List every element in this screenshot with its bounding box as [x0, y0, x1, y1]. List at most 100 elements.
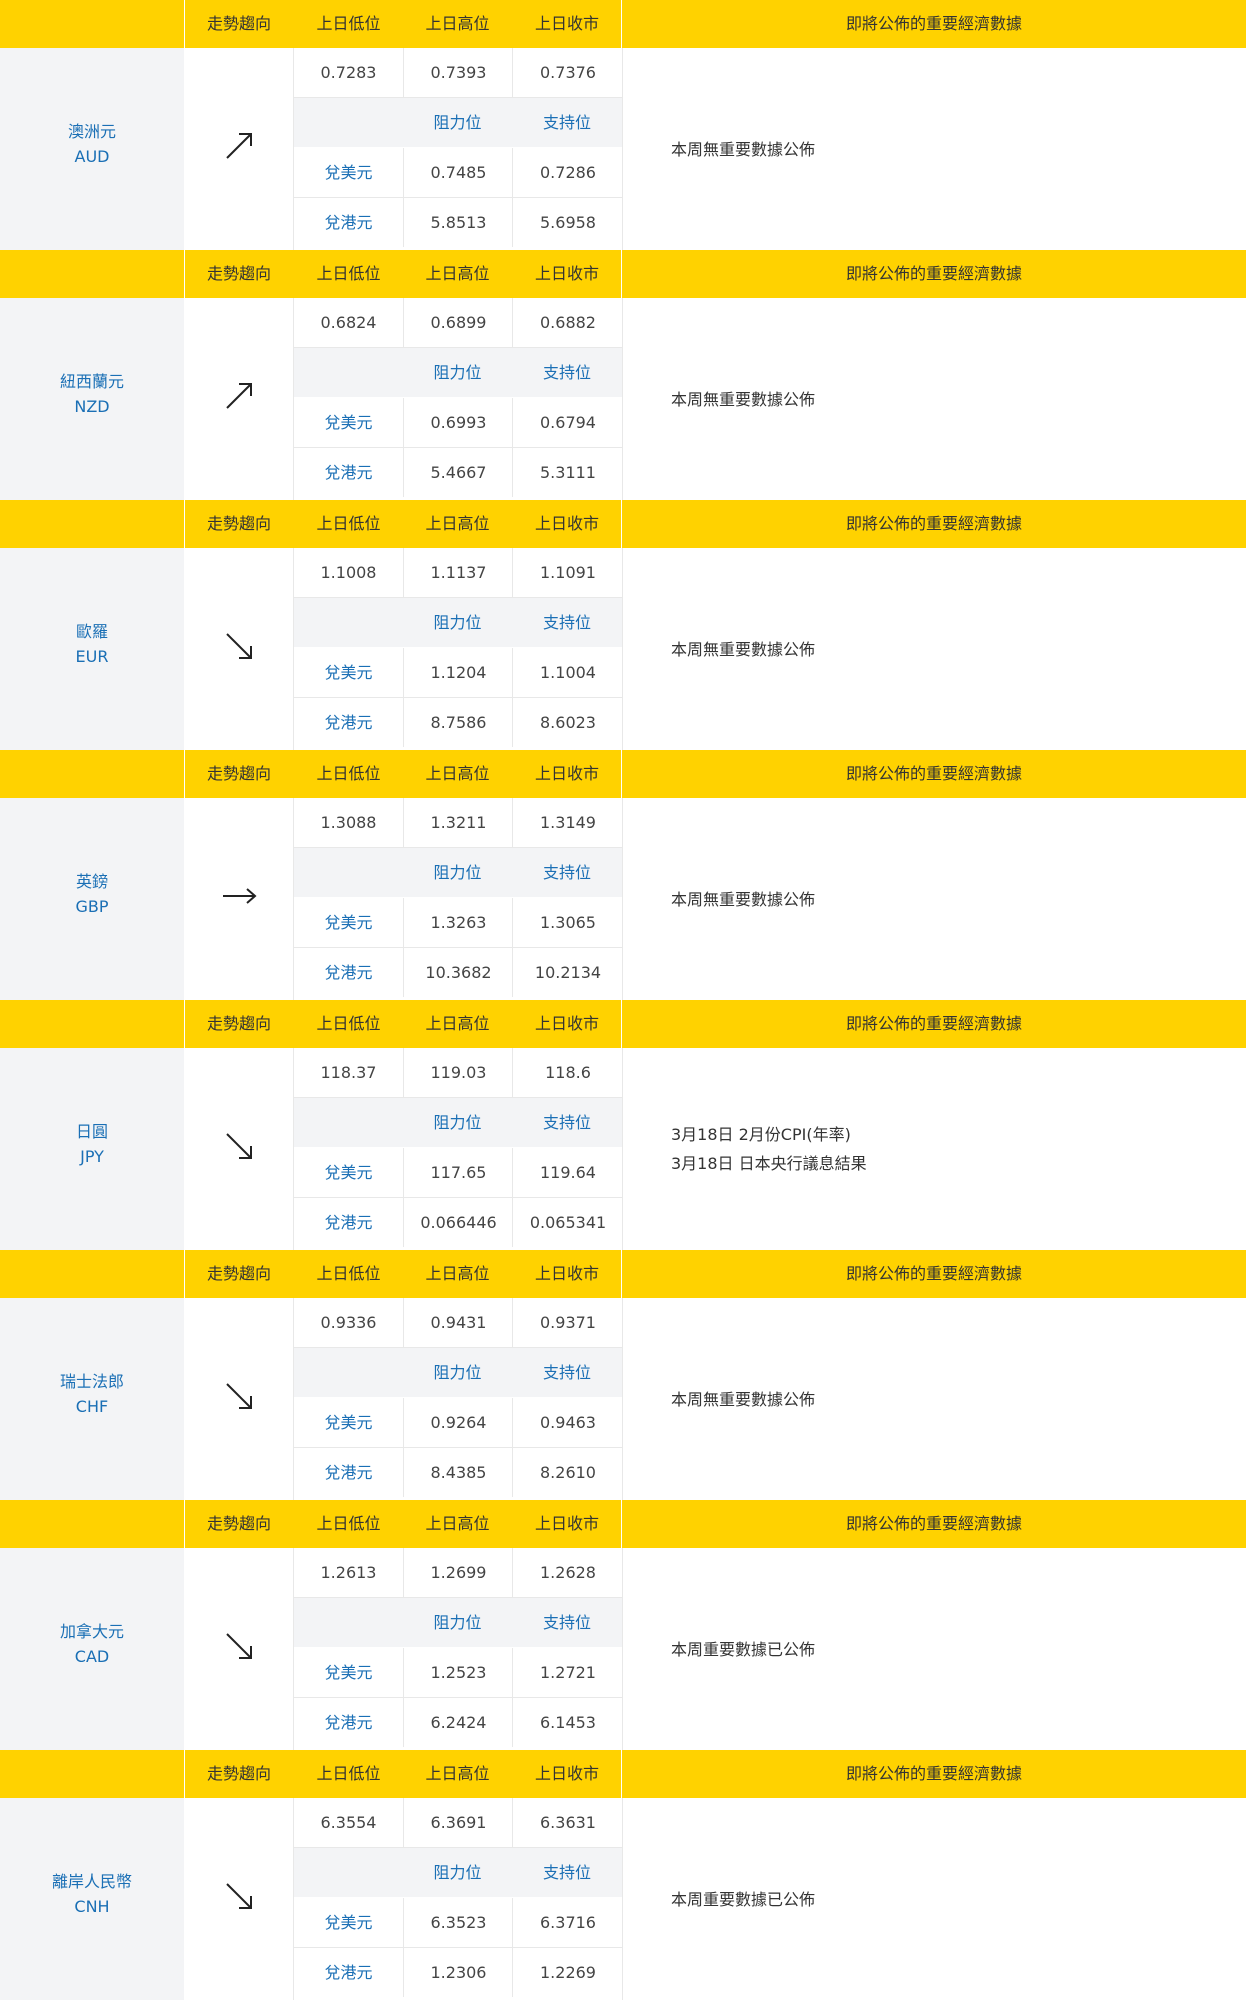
header-divider [184, 1000, 185, 1048]
usd-resistance-value: 0.9264 [403, 1398, 513, 1448]
header-trend: 走勢趨向 [206, 1514, 271, 1533]
usd-resistance-value: 0.6993 [403, 398, 513, 448]
to-hkd-label: 兌港元 [324, 1213, 373, 1232]
trend-down-arrow-icon [221, 1878, 257, 1914]
prev-high-value: 0.7393 [403, 48, 513, 98]
prev-close-value: 6.3631 [512, 1798, 623, 1848]
currency-name: 日圓 [75, 1122, 108, 1141]
to-hkd-label: 兌港元 [324, 963, 373, 982]
header-divider [621, 1250, 622, 1298]
events-list: 本周無重要數據公佈 [671, 798, 1231, 1000]
currency-block-gbp: 走勢趨向 上日低位 上日高位 上日收市 即將公佈的重要經濟數據 英鎊 GBP 1.3088 1.… [0, 750, 1246, 1000]
header-events-title: 即將公佈的重要經濟數據 [845, 1264, 1022, 1283]
hkd-resistance-value: 5.4667 [403, 448, 513, 497]
header-trend: 走勢趨向 [206, 764, 271, 783]
trend-down-arrow-icon [221, 1128, 257, 1164]
header-prev-high: 上日高位 [425, 264, 490, 283]
event-item: 本周無重要數據公佈 [671, 639, 816, 659]
header-prev-close: 上日收市 [534, 264, 599, 283]
usd-support-value: 0.7286 [512, 148, 623, 198]
header-events-title: 即將公佈的重要經濟數據 [845, 1014, 1022, 1033]
header-prev-low: 上日低位 [316, 764, 381, 783]
prev-close-value: 0.6882 [512, 298, 623, 348]
usd-resistance-value: 0.7485 [403, 148, 513, 198]
prev-low-value: 0.9336 [294, 1298, 403, 1348]
prev-close-value: 118.6 [512, 1048, 623, 1098]
header-prev-high: 上日高位 [425, 764, 490, 783]
currency-name: 瑞士法郎 [59, 1372, 124, 1391]
hkd-resistance-value: 10.3682 [403, 948, 513, 997]
event-item: 本周重要數據已公佈 [671, 1889, 816, 1909]
header-prev-low: 上日低位 [316, 14, 381, 33]
header-divider [621, 250, 622, 298]
header-prev-close: 上日收市 [534, 1514, 599, 1533]
prev-low-value: 0.6824 [294, 298, 403, 348]
resistance-label: 阻力位 [403, 598, 512, 647]
header-divider [621, 1000, 622, 1048]
currency-name: 離岸人民幣 [51, 1872, 132, 1891]
resistance-label: 阻力位 [403, 1348, 512, 1397]
header-divider [184, 0, 185, 48]
resistance-label: 阻力位 [403, 1098, 512, 1147]
trend-down-arrow-icon [221, 1628, 257, 1664]
hkd-support-value: 10.2134 [512, 948, 623, 997]
hkd-support-value: 8.2610 [512, 1448, 623, 1497]
usd-resistance-value: 6.3523 [403, 1898, 513, 1948]
header-prev-low: 上日低位 [316, 514, 381, 533]
currency-code: GBP [75, 897, 109, 916]
header-bar: 走勢趨向 上日低位 上日高位 上日收市 即將公佈的重要經濟數據 [0, 750, 1246, 798]
prev-low-value: 1.2613 [294, 1548, 403, 1598]
header-events-title: 即將公佈的重要經濟數據 [845, 514, 1022, 533]
to-usd-label: 兌美元 [294, 1898, 403, 1948]
event-item: 本周無重要數據公佈 [671, 139, 816, 159]
header-prev-close: 上日收市 [534, 1264, 599, 1283]
header-trend: 走勢趨向 [206, 1264, 271, 1283]
events-cell: 本周無重要數據公佈 [622, 48, 1246, 250]
header-prev-close: 上日收市 [534, 1014, 599, 1033]
header-prev-high: 上日高位 [425, 1514, 490, 1533]
support-label: 支持位 [512, 598, 622, 647]
usd-support-value: 1.3065 [512, 898, 623, 948]
prev-high-value: 119.03 [403, 1048, 513, 1098]
events-cell: 本周無重要數據公佈 [622, 548, 1246, 750]
hkd-support-value: 0.065341 [512, 1198, 623, 1247]
event-item: 3月18日 日本央行議息結果 [671, 1154, 867, 1173]
usd-support-value: 0.6794 [512, 398, 623, 448]
trend-cell [185, 1548, 294, 1750]
resistance-label: 阻力位 [403, 848, 512, 897]
trend-up-arrow-icon [221, 128, 257, 164]
resistance-label: 阻力位 [403, 98, 512, 147]
usd-support-value: 119.64 [512, 1148, 623, 1198]
currency-name: 歐羅 [75, 622, 108, 641]
currency-name: 澳洲元 [67, 122, 116, 141]
events-list: 3月18日 2月份CPI(年率) 3月18日 日本央行議息結果 [671, 1048, 1231, 1250]
currency-block-cnh: 走勢趨向 上日低位 上日高位 上日收市 即將公佈的重要經濟數據 離岸人民幣 CNH 6.355… [0, 1750, 1246, 2000]
currency-code: CNH [74, 1897, 110, 1916]
header-trend: 走勢趨向 [206, 1014, 271, 1033]
to-hkd-label: 兌港元 [324, 1463, 373, 1482]
usd-resistance-value: 1.2523 [403, 1648, 513, 1698]
prev-low-value: 6.3554 [294, 1798, 403, 1848]
trend-cell [185, 1798, 294, 2000]
header-divider [184, 1250, 185, 1298]
header-trend: 走勢趨向 [206, 14, 271, 33]
event-item: 本周重要數據已公佈 [671, 1639, 816, 1659]
prev-close-value: 1.2628 [512, 1548, 623, 1598]
hkd-resistance-value: 5.8513 [403, 198, 513, 247]
to-usd-label: 兌美元 [294, 1648, 403, 1698]
events-list: 本周無重要數據公佈 [671, 298, 1231, 500]
currency-code: CHF [75, 1397, 109, 1416]
event-item: 本周無重要數據公佈 [671, 889, 816, 909]
prev-low-value: 0.7283 [294, 48, 403, 98]
header-bar: 走勢趨向 上日低位 上日高位 上日收市 即將公佈的重要經濟數據 [0, 1250, 1246, 1298]
events-list: 本周無重要數據公佈 [671, 548, 1231, 750]
currency-block-eur: 走勢趨向 上日低位 上日高位 上日收市 即將公佈的重要經濟數據 歐羅 EUR 1.1008 1.… [0, 500, 1246, 750]
usd-support-value: 6.3716 [512, 1898, 623, 1948]
trend-down-arrow-icon [221, 1378, 257, 1414]
to-hkd-label: 兌港元 [324, 463, 373, 482]
trend-cell [185, 1048, 294, 1250]
header-prev-high: 上日高位 [425, 1764, 490, 1783]
currency-name-cell: 英鎊 GBP [0, 798, 184, 1000]
header-divider [184, 250, 185, 298]
header-events-title: 即將公佈的重要經濟數據 [845, 1764, 1022, 1783]
